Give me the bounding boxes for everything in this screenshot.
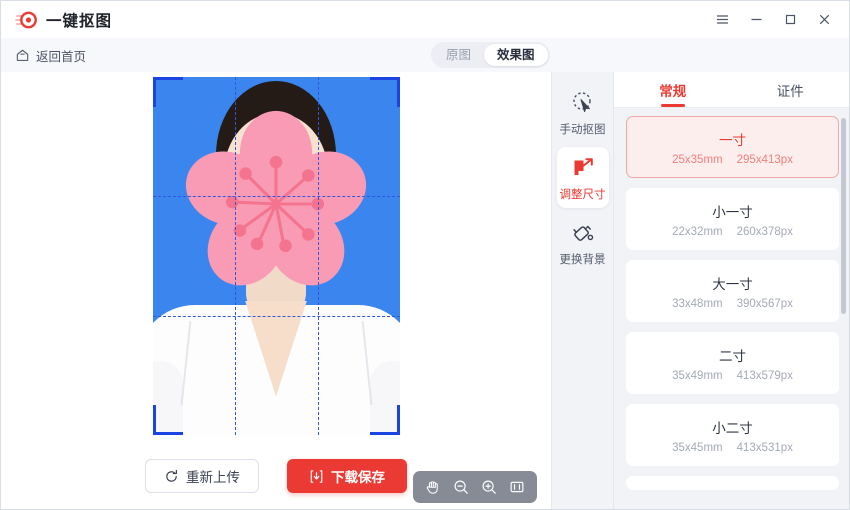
size-card-mm: 25x35mm bbox=[672, 153, 723, 166]
tool-adjust-size[interactable]: 调整尺寸 bbox=[556, 147, 609, 208]
size-card-1[interactable]: 一寸 25x35mm 295x413px bbox=[626, 116, 839, 178]
back-to-home-label: 返回首页 bbox=[36, 49, 87, 64]
size-panel-tabs: 常规 证件 bbox=[614, 72, 849, 108]
close-button[interactable] bbox=[807, 5, 841, 35]
size-card-name: 二寸 bbox=[719, 348, 746, 364]
tool-change-background-label: 更换背景 bbox=[559, 254, 606, 266]
size-card-px: 295x413px bbox=[736, 153, 793, 166]
cursor-select-icon bbox=[570, 90, 596, 116]
size-card-mm: 35x45mm bbox=[672, 441, 723, 454]
resize-icon bbox=[570, 155, 596, 181]
size-card-4[interactable]: 二寸 35x49mm 413x579px bbox=[626, 332, 839, 394]
size-card-px: 413x579px bbox=[736, 369, 793, 382]
back-to-home-button[interactable]: 返回首页 bbox=[15, 46, 86, 65]
reupload-label: 重新上传 bbox=[186, 470, 240, 485]
size-card-px: 390x567px bbox=[736, 297, 793, 310]
size-card-5[interactable]: 小二寸 35x45mm 413x531px bbox=[626, 404, 839, 466]
app-logo-icon bbox=[15, 9, 37, 31]
size-card-dims: 35x45mm 413x531px bbox=[672, 442, 793, 454]
tool-manual-cutout[interactable]: 手动抠图 bbox=[557, 82, 609, 143]
app-brand: 一键抠图 bbox=[15, 9, 112, 31]
size-card-dims: 25x35mm 295x413px bbox=[672, 154, 793, 166]
portrait-shirt bbox=[152, 304, 400, 435]
size-card-mm: 33x48mm bbox=[672, 297, 723, 310]
size-card-dims: 22x32mm 260x378px bbox=[672, 226, 793, 238]
reupload-button[interactable]: 重新上传 bbox=[145, 459, 259, 493]
canvas-zoom-toolbar bbox=[413, 471, 537, 503]
download-save-button[interactable]: 下载保存 bbox=[287, 459, 407, 493]
tab-general[interactable]: 常规 bbox=[614, 80, 732, 107]
size-card-name: 小一寸 bbox=[712, 204, 753, 220]
size-card-dims: 33x48mm 390x567px bbox=[672, 298, 793, 310]
window-controls bbox=[705, 5, 841, 35]
shirt-fold-right bbox=[361, 320, 372, 405]
shirt-sleeve-right bbox=[369, 360, 400, 435]
size-card-3[interactable]: 大一寸 33x48mm 390x567px bbox=[626, 260, 839, 322]
action-button-row: 重新上传 下载保存 bbox=[145, 443, 407, 509]
photo-preview[interactable] bbox=[152, 76, 400, 435]
size-card-name: 大一寸 bbox=[712, 276, 753, 292]
app-window: 一键抠图 返回首页 原图 效果图 重新上传 下载保存 手动抠图 调整尺寸 更换背… bbox=[0, 0, 850, 510]
paint-bucket-icon bbox=[570, 220, 596, 246]
size-card-mm: 35x49mm bbox=[672, 369, 723, 382]
size-panel: 常规 证件 一寸 25x35mm 295x413px 小一寸 22x32mm 2… bbox=[614, 72, 849, 509]
size-card-px: 413x531px bbox=[736, 441, 793, 454]
view-toggle-original[interactable]: 原图 bbox=[433, 44, 484, 66]
size-card-mm: 22x32mm bbox=[672, 225, 723, 238]
view-toggle-result[interactable]: 效果图 bbox=[484, 44, 548, 66]
canvas-column: 重新上传 下载保存 bbox=[1, 72, 552, 509]
size-card-next-partial[interactable] bbox=[626, 476, 839, 490]
size-card-name: 小二寸 bbox=[712, 420, 753, 436]
refresh-icon bbox=[164, 469, 179, 484]
size-card-dims: 35x49mm 413x579px bbox=[672, 370, 793, 382]
size-card-name: 一寸 bbox=[719, 132, 746, 148]
app-body: 重新上传 下载保存 手动抠图 调整尺寸 更换背景 常规 证件 一寸 25x35m… bbox=[1, 72, 849, 509]
tab-id-photo[interactable]: 证件 bbox=[732, 80, 850, 107]
sakura-blossom-icon bbox=[181, 109, 371, 299]
view-toggle: 原图 效果图 bbox=[431, 42, 550, 68]
size-list[interactable]: 一寸 25x35mm 295x413px 小一寸 22x32mm 260x378… bbox=[614, 108, 849, 509]
shirt-fold-left bbox=[180, 320, 191, 405]
size-card-px: 260x378px bbox=[736, 225, 793, 238]
tool-change-background[interactable]: 更换背景 bbox=[557, 212, 609, 273]
maximize-button[interactable] bbox=[773, 5, 807, 35]
fit-screen-icon[interactable] bbox=[504, 474, 530, 500]
photo-image bbox=[152, 76, 400, 435]
app-title: 一键抠图 bbox=[46, 12, 113, 30]
sub-toolbar: 返回首页 原图 效果图 bbox=[1, 38, 849, 72]
tool-rail: 手动抠图 调整尺寸 更换背景 bbox=[552, 72, 614, 509]
minimize-button[interactable] bbox=[739, 5, 773, 35]
hand-icon[interactable] bbox=[420, 474, 446, 500]
download-save-label: 下载保存 bbox=[331, 470, 385, 485]
canvas-area[interactable] bbox=[1, 72, 551, 503]
title-bar: 一键抠图 bbox=[1, 1, 849, 38]
zoom-in-icon[interactable] bbox=[476, 474, 502, 500]
size-card-2[interactable]: 小一寸 22x32mm 260x378px bbox=[626, 188, 839, 250]
download-icon bbox=[309, 469, 324, 484]
menu-button[interactable] bbox=[705, 5, 739, 35]
tool-adjust-size-label: 调整尺寸 bbox=[559, 189, 606, 201]
tool-manual-cutout-label: 手动抠图 bbox=[559, 124, 606, 136]
shirt-sleeve-left bbox=[152, 360, 183, 435]
zoom-out-icon[interactable] bbox=[448, 474, 474, 500]
home-icon bbox=[15, 48, 30, 63]
